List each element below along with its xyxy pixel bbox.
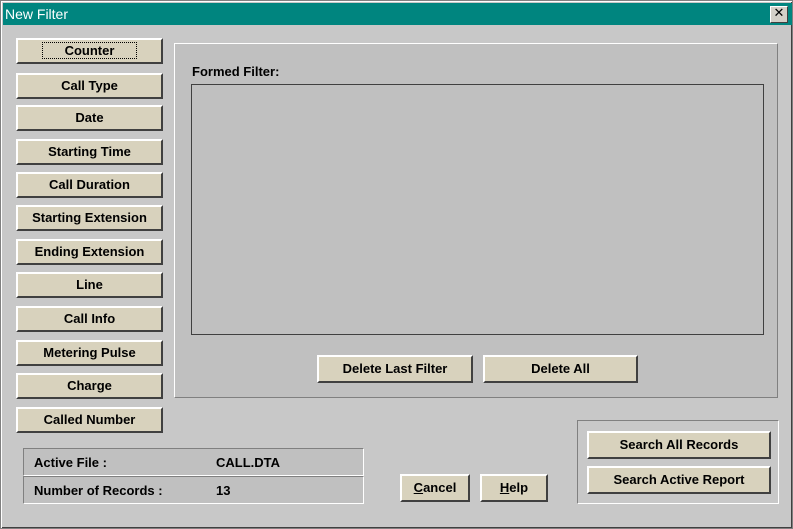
field-button-called-number[interactable]: Called Number (16, 407, 163, 433)
field-button-call-info[interactable]: Call Info (16, 306, 163, 332)
field-label: Call Duration (49, 177, 130, 192)
formed-filter-textbox[interactable] (191, 84, 764, 335)
search-active-report-button[interactable]: Search Active Report (587, 466, 771, 494)
title-bar[interactable]: New Filter ✕ (3, 3, 792, 25)
cancel-label-rest: ancel (423, 480, 457, 495)
field-button-charge[interactable]: Charge (16, 373, 163, 399)
cancel-button[interactable]: Cancel (400, 474, 470, 502)
delete-all-button[interactable]: Delete All (483, 355, 638, 383)
field-label: Metering Pulse (43, 345, 136, 360)
field-button-call-type[interactable]: Call Type (16, 73, 163, 99)
field-label: Ending Extension (34, 244, 145, 259)
close-icon[interactable]: ✕ (770, 6, 788, 23)
record-count-row: Number of Records : 13 (23, 476, 364, 504)
field-label: Date (75, 110, 104, 125)
active-file-value: CALL.DTA (216, 455, 281, 470)
field-button-metering-pulse[interactable]: Metering Pulse (16, 340, 163, 366)
active-file-row: Active File : CALL.DTA (23, 448, 364, 476)
cancel-accesskey: C (413, 480, 424, 495)
field-button-counter[interactable]: Counter (16, 38, 163, 64)
field-label: Starting Time (48, 144, 131, 159)
field-button-call-duration[interactable]: Call Duration (16, 172, 163, 198)
field-button-starting-extension[interactable]: Starting Extension (16, 205, 163, 231)
help-label-rest: elp (509, 480, 529, 495)
delete-last-filter-button[interactable]: Delete Last Filter (317, 355, 473, 383)
help-accesskey: H (499, 480, 510, 495)
field-label: Call Info (63, 311, 116, 326)
field-label: Line (76, 277, 103, 292)
field-label: Called Number (43, 412, 136, 427)
formed-filter-label: Formed Filter: (192, 64, 280, 79)
field-label: Charge (67, 378, 112, 393)
field-label: Call Type (61, 78, 118, 93)
window-title: New Filter (5, 6, 69, 22)
search-all-records-button[interactable]: Search All Records (587, 431, 771, 459)
field-button-line[interactable]: Line (16, 272, 163, 298)
field-label: Counter (41, 42, 138, 59)
field-label: Starting Extension (32, 210, 147, 225)
field-button-ending-extension[interactable]: Ending Extension (16, 239, 163, 265)
record-count-value: 13 (216, 483, 231, 498)
field-button-date[interactable]: Date (16, 105, 163, 131)
active-file-label: Active File : (34, 455, 107, 470)
field-button-starting-time[interactable]: Starting Time (16, 139, 163, 165)
record-count-label: Number of Records : (34, 483, 163, 498)
help-button[interactable]: Help (480, 474, 548, 502)
